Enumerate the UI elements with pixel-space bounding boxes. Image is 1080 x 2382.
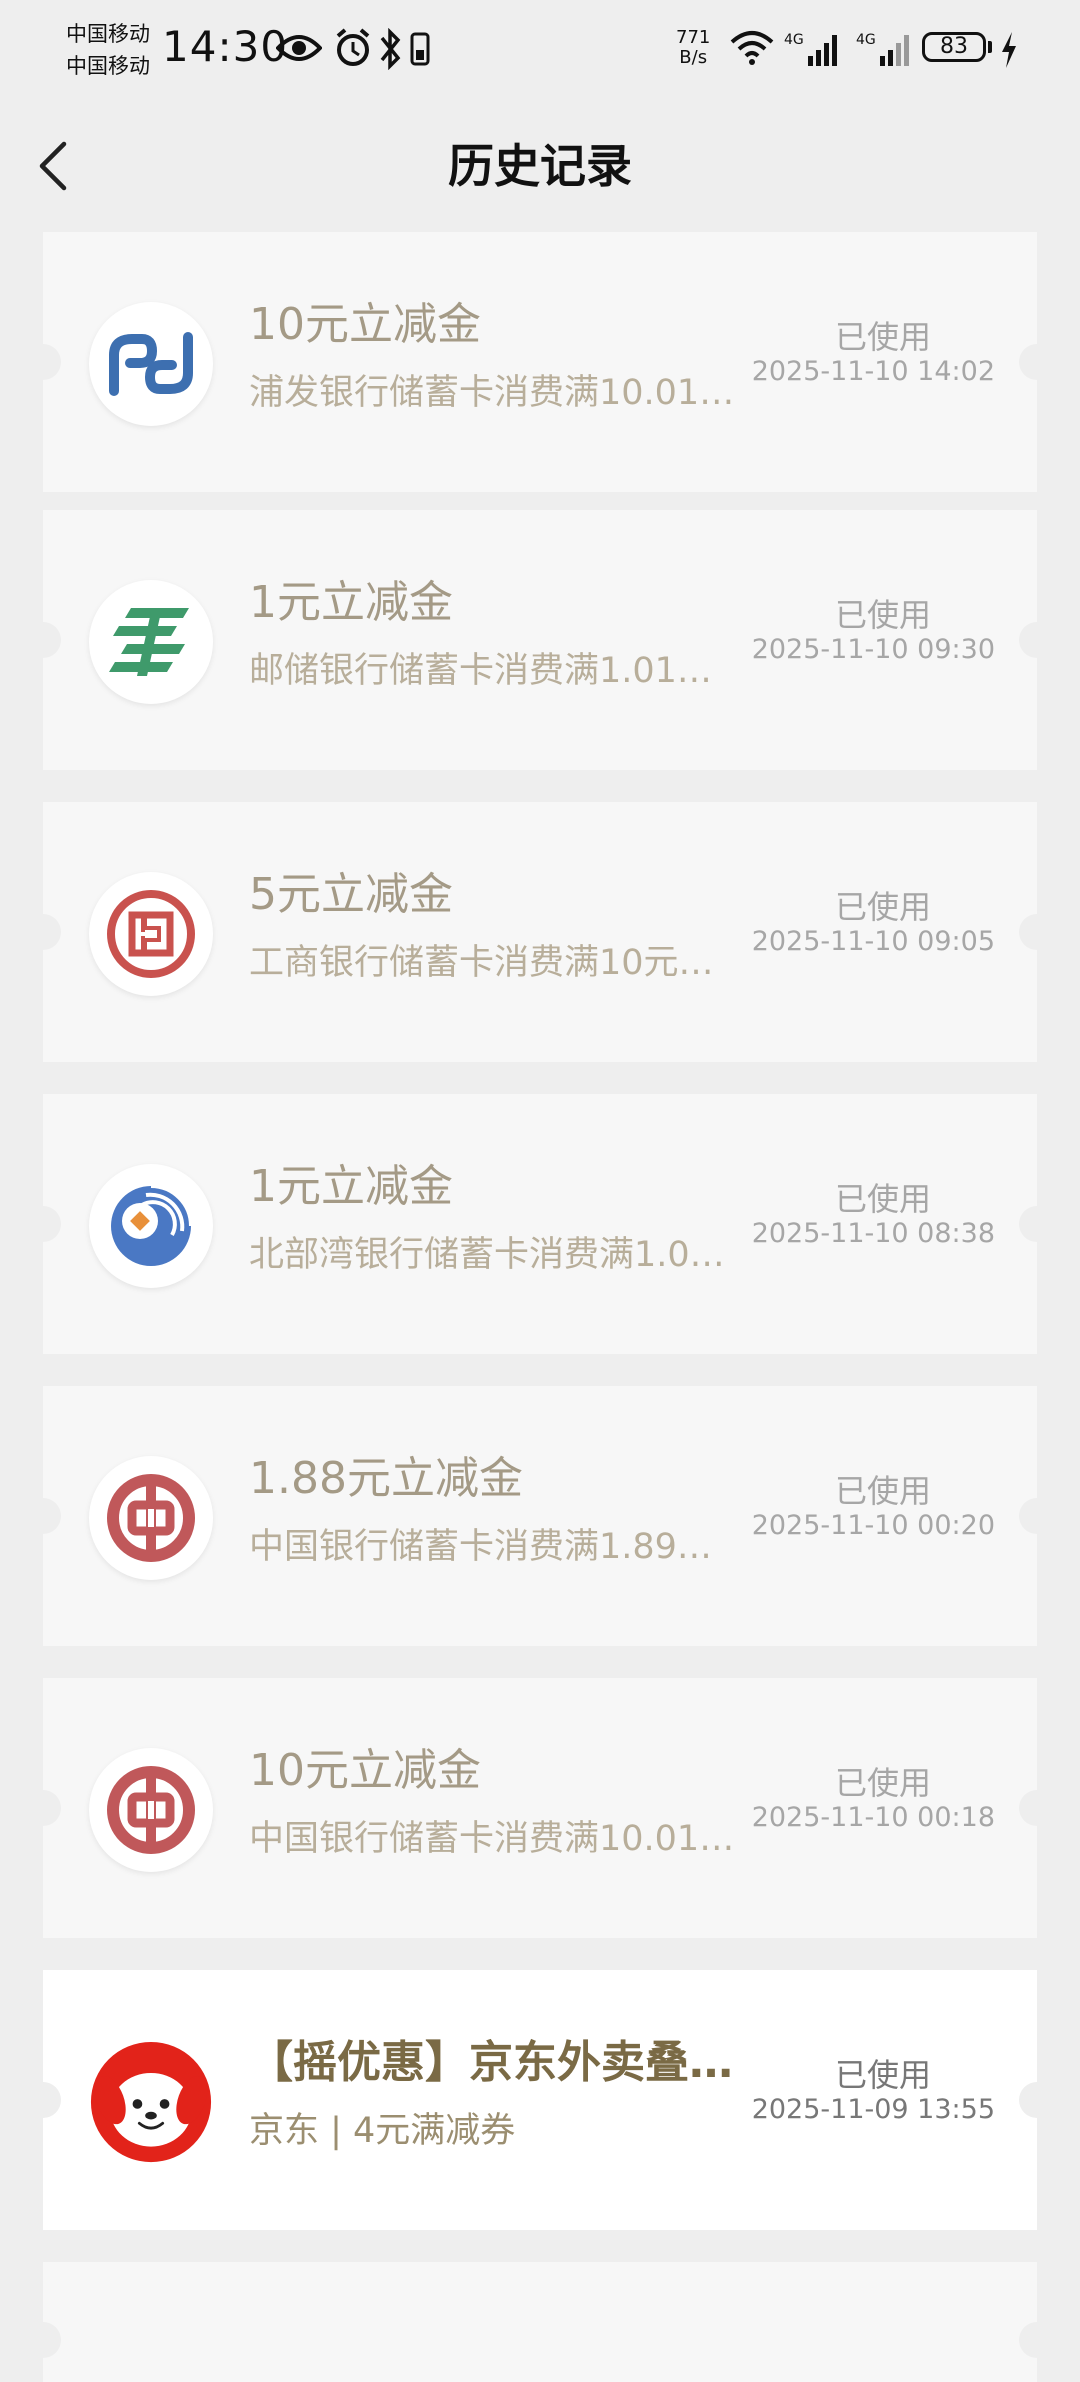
wifi-icon <box>730 31 774 65</box>
bank-logo <box>89 580 213 704</box>
coupon-title: 1.88元立减金 <box>249 1453 523 1504</box>
carrier-label: 中国移动 中国移动 <box>66 18 150 82</box>
ticket-notch <box>1019 622 1055 658</box>
bank-logo <box>89 1456 213 1580</box>
carrier-2: 中国移动 <box>66 54 150 78</box>
net-speed: 771 B/s <box>676 28 710 68</box>
coupon-title: 1元立减金 <box>249 1161 453 1212</box>
bank-logo <box>89 1748 213 1872</box>
svg-text:4G: 4G <box>856 32 876 48</box>
status-label: 已使用 <box>834 1764 931 1802</box>
ticket-notch <box>25 2082 61 2118</box>
ticket-notch <box>1019 1790 1055 1826</box>
coupon-title: 10元立减金 <box>249 299 481 350</box>
boc-logo-icon <box>107 1766 195 1854</box>
coupon-description: 工商银行储蓄卡消费满10元… <box>249 943 714 983</box>
coupon-description: 浦发银行储蓄卡消费满10.01… <box>249 373 735 413</box>
spdb-logo-icon <box>109 332 193 396</box>
icbc-logo-icon <box>107 890 195 978</box>
coupon-description: 京东 | 4元满减券 <box>249 2111 516 2151</box>
status-label: 已使用 <box>834 318 931 356</box>
net-speed-unit: B/s <box>679 47 708 68</box>
record-card[interactable]: 10元立减金 中国银行储蓄卡消费满10.01… 已使用 2025-11-10 0… <box>25 1678 1055 1938</box>
header: 历史记录 <box>0 118 1080 214</box>
charging-bolt-icon <box>1002 32 1016 68</box>
ticket-notch <box>1019 1498 1055 1534</box>
status-label: 已使用 <box>834 596 931 634</box>
record-card[interactable]: 10元立减金 浦发银行储蓄卡消费满10.01… 已使用 2025-11-10 1… <box>25 232 1055 492</box>
record-card[interactable]: 1元立减金 邮储银行储蓄卡消费满1.01… 已使用 2025-11-10 09:… <box>25 510 1055 770</box>
ticket-notch <box>1019 2322 1055 2358</box>
merchant-logo <box>89 2040 213 2164</box>
alarm-icon <box>336 28 370 66</box>
ticket-notch <box>1019 2082 1055 2118</box>
ticket-notch <box>1019 914 1055 950</box>
net-speed-value: 771 <box>676 27 711 48</box>
battery-indicator: 83 <box>922 32 986 62</box>
page-title: 历史记录 <box>448 139 632 193</box>
ticket-notch <box>25 622 61 658</box>
ticket-notch <box>1019 1206 1055 1242</box>
record-card-partial[interactable] <box>25 2262 1055 2382</box>
bank-logo <box>89 1164 213 1288</box>
boc-logo-icon <box>107 1474 195 1562</box>
coupon-description: 邮储银行储蓄卡消费满1.01… <box>249 651 712 691</box>
signal-4g-icon: 4G <box>784 32 837 66</box>
record-card[interactable]: 5元立减金 工商银行储蓄卡消费满10元… 已使用 2025-11-10 09:0… <box>25 802 1055 1062</box>
record-card[interactable]: 【摇优惠】京东外卖叠… 京东 | 4元满减券 已使用 2025-11-09 13… <box>25 1970 1055 2230</box>
ticket-notch <box>1019 344 1055 380</box>
status-bar: 中国移动 中国移动 14:30 771 B/s 4G 4G 83 <box>0 0 1080 100</box>
bank-logo <box>89 302 213 426</box>
ticket-notch <box>25 2322 61 2358</box>
bluetooth-battery-icon <box>380 28 430 70</box>
record-card[interactable]: 1.88元立减金 中国银行储蓄卡消费满1.89… 已使用 2025-11-10 … <box>25 1386 1055 1646</box>
ticket-notch <box>25 1790 61 1826</box>
status-label: 已使用 <box>834 2056 931 2094</box>
used-timestamp: 2025-11-10 00:20 <box>751 1510 995 1541</box>
ticket-notch <box>25 1206 61 1242</box>
used-timestamp: 2025-11-10 08:38 <box>751 1218 995 1249</box>
carrier-1: 中国移动 <box>66 22 150 46</box>
coupon-title: 5元立减金 <box>249 869 453 920</box>
bank-logo <box>89 872 213 996</box>
signal-4g-icon-2: 4G <box>856 32 909 66</box>
svg-text:4G: 4G <box>784 32 804 48</box>
psbc-logo-icon <box>109 608 189 676</box>
jd-dog-logo-icon <box>90 2041 212 2163</box>
coupon-title: 10元立减金 <box>249 1745 481 1796</box>
used-timestamp: 2025-11-10 09:30 <box>751 634 995 665</box>
used-timestamp: 2025-11-10 14:02 <box>751 356 995 387</box>
record-card[interactable]: 1元立减金 北部湾银行储蓄卡消费满1.0… 已使用 2025-11-10 08:… <box>25 1094 1055 1354</box>
coupon-title: 【摇优惠】京东外卖叠… <box>249 2037 733 2088</box>
ticket-notch <box>25 914 61 950</box>
status-label: 已使用 <box>834 1180 931 1218</box>
status-label: 已使用 <box>834 888 931 926</box>
used-timestamp: 2025-11-10 00:18 <box>751 1802 995 1833</box>
battery-tip <box>988 41 992 53</box>
beibuwan-bank-logo-icon <box>111 1184 193 1266</box>
coupon-description: 中国银行储蓄卡消费满1.89… <box>249 1527 712 1567</box>
status-label: 已使用 <box>834 1472 931 1510</box>
used-timestamp: 2025-11-10 09:05 <box>751 926 995 957</box>
coupon-description: 北部湾银行储蓄卡消费满1.0… <box>249 1235 725 1275</box>
coupon-title: 1元立减金 <box>249 577 453 628</box>
used-timestamp: 2025-11-09 13:55 <box>751 2094 995 2125</box>
coupon-description: 中国银行储蓄卡消费满10.01… <box>249 1819 735 1859</box>
eye-icon <box>276 35 322 61</box>
ticket-notch <box>25 344 61 380</box>
clock: 14:30 <box>162 22 289 71</box>
ticket-notch <box>25 1498 61 1534</box>
